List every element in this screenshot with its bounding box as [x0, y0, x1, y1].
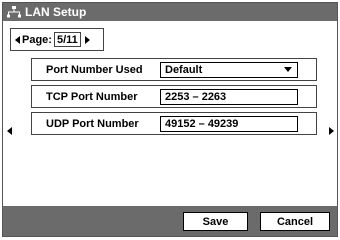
cancel-button[interactable]: Cancel	[260, 212, 330, 231]
page-number[interactable]: 5/11	[53, 32, 81, 47]
chevron-down-icon[interactable]	[284, 67, 292, 72]
page-label: Page:	[22, 33, 52, 46]
settings-list: Port Number Used Default TCP Port Number…	[31, 58, 317, 139]
window-title: LAN Setup	[25, 5, 87, 19]
udp-port-number-field[interactable]: 49152 – 49239	[160, 115, 298, 132]
tcp-port-number-field[interactable]: 2253 – 2263	[160, 88, 298, 105]
scroll-right-icon[interactable]	[329, 127, 334, 135]
page-prev-icon[interactable]	[15, 35, 20, 44]
setting-row-udp-port-number: UDP Port Number 49152 – 49239	[31, 112, 317, 135]
setting-label: TCP Port Number	[46, 90, 138, 103]
footer-bar: Save Cancel	[3, 206, 337, 236]
lan-setup-screen: LAN Setup Page: 5/11 Port Number Used De…	[2, 2, 338, 237]
network-icon	[7, 6, 21, 18]
setting-label: UDP Port Number	[46, 117, 139, 130]
setting-row-port-number-used: Port Number Used Default	[31, 58, 317, 81]
select-value: Default	[165, 63, 203, 76]
setting-label: Port Number Used	[46, 63, 143, 76]
page-selector: Page: 5/11	[10, 28, 104, 51]
scroll-left-icon[interactable]	[7, 127, 12, 135]
page-next-icon[interactable]	[84, 35, 90, 44]
port-number-used-select[interactable]: Default	[160, 61, 298, 78]
title-bar: LAN Setup	[3, 3, 337, 21]
setting-row-tcp-port-number: TCP Port Number 2253 – 2263	[31, 85, 317, 108]
save-button[interactable]: Save	[183, 212, 248, 231]
